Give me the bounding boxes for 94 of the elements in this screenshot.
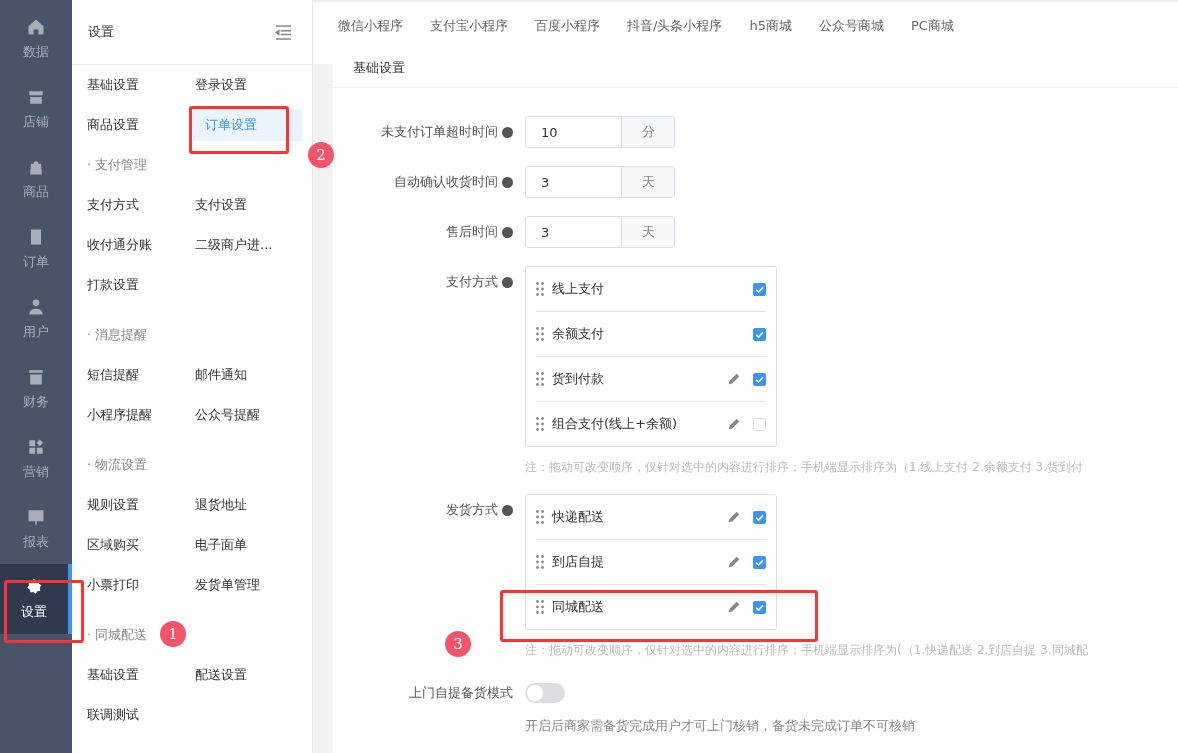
tab[interactable]: 支付宝小程序 (430, 16, 508, 35)
menu-item[interactable]: 联调测试 (82, 695, 190, 735)
menu-item[interactable]: 收付通分账 (82, 225, 190, 265)
checkbox[interactable] (753, 600, 766, 614)
menu-item[interactable]: 基础设置 (82, 655, 190, 695)
field-label: 支付方式 (446, 273, 498, 291)
tab[interactable]: h5商城 (749, 16, 792, 35)
drag-handle-icon[interactable] (536, 327, 544, 341)
checkbox[interactable] (753, 555, 766, 569)
checkbox[interactable] (753, 327, 766, 341)
info-icon (502, 176, 513, 188)
field-label: 自动确认收货时间 (394, 173, 498, 191)
pencil-icon[interactable] (727, 510, 741, 524)
group-heading: · 消息提醒 (86, 326, 148, 344)
nav-item[interactable]: 营销 (0, 424, 72, 494)
nav-item[interactable]: 订单 (0, 214, 72, 284)
nav-icon (26, 437, 46, 457)
menu-item[interactable]: 小程序提醒 (82, 395, 190, 435)
pencil-icon[interactable] (727, 417, 741, 431)
menu-item[interactable]: 小票打印 (82, 565, 190, 605)
info-icon (502, 226, 513, 238)
unit-label: 分 (621, 117, 674, 147)
tab[interactable]: 公众号商城 (818, 16, 884, 35)
nav-icon (26, 297, 46, 317)
field-label: 售后时间 (446, 223, 498, 241)
menu-item[interactable]: 邮件通知 (190, 355, 302, 395)
drag-handle-icon[interactable] (536, 600, 544, 614)
field-label: 发货方式 (446, 501, 498, 519)
menu-item[interactable]: 规则设置 (82, 485, 190, 525)
menu-item[interactable]: 打款设置 (82, 265, 190, 305)
menu-item[interactable]: 二级商户进... (190, 225, 302, 265)
option-label: 货到付款 (552, 370, 605, 388)
drag-handle-icon[interactable] (536, 417, 544, 431)
checkbox[interactable] (753, 372, 766, 386)
pencil-icon[interactable] (727, 600, 741, 614)
unit-label: 天 (621, 217, 674, 247)
menu-item[interactable]: 支付方式 (82, 185, 190, 225)
menu-item[interactable]: 商品设置 (82, 105, 190, 145)
toggle-switch[interactable] (525, 683, 565, 703)
tab[interactable]: 微信小程序 (338, 16, 403, 35)
nav-item[interactable]: 设置 (0, 564, 72, 634)
option-label: 快递配送 (552, 508, 605, 526)
menu-item[interactable]: 区域购买 (82, 525, 190, 565)
nav-icon (26, 17, 46, 37)
input-field[interactable]: 10 分 (525, 116, 675, 148)
note-text: 注：拖动可改变顺序，仅针对选中的内容进行排序；手机端显示排序为(（1.快递配送 2.到店自提 3.同城配 (525, 642, 1088, 659)
menu-item[interactable]: 支付设置 (190, 185, 302, 225)
option-label: 余额支付 (552, 325, 605, 343)
tab[interactable]: 百度小程序 (535, 16, 600, 35)
nav-item[interactable]: 店铺 (0, 74, 72, 144)
menu-item[interactable]: 公众号提醒 (190, 395, 302, 435)
section-title: 基础设置 (353, 59, 405, 77)
step-badge: 2 (308, 142, 334, 168)
panel-title: 设置 (88, 23, 114, 41)
checkbox[interactable] (753, 510, 766, 524)
step-badge: 1 (160, 621, 186, 647)
nav-icon (26, 367, 46, 387)
nav-item[interactable]: 商品 (0, 144, 72, 214)
menu-item[interactable]: 退货地址 (190, 485, 302, 525)
menu-item[interactable]: 基础设置 (82, 65, 190, 105)
menu-item[interactable]: 短信提醒 (82, 355, 190, 395)
info-icon (502, 276, 513, 288)
option-label: 同城配送 (552, 598, 605, 616)
hint-text: 开启后商家需备货完成用户才可上门核销，备货未完成订单不可核销 (525, 717, 915, 735)
drag-handle-icon[interactable] (536, 510, 544, 524)
menu-item[interactable]: 登录设置 (190, 65, 302, 105)
tab[interactable]: PC商城 (910, 16, 954, 35)
drag-handle-icon[interactable] (536, 282, 544, 296)
pencil-icon[interactable] (727, 372, 741, 386)
input-field[interactable]: 3 天 (525, 216, 675, 248)
menu-item[interactable]: 电子面单 (190, 525, 302, 565)
nav-icon (26, 507, 46, 527)
info-icon (502, 126, 513, 138)
drag-handle-icon[interactable] (536, 555, 544, 569)
menu-item[interactable]: 发货单管理 (190, 565, 302, 605)
input-field[interactable]: 3 天 (525, 166, 675, 198)
info-icon (502, 504, 513, 516)
field-label: 上门自提备货模式 (409, 684, 513, 702)
group-heading: · 物流设置 (86, 456, 148, 474)
option-label: 组合支付(线上+余额) (552, 415, 679, 433)
group-heading: · 同城配送 (86, 626, 148, 644)
drag-handle-icon[interactable] (536, 372, 544, 386)
tab[interactable]: 抖音/头条小程序 (627, 16, 723, 35)
step-badge: 3 (445, 631, 471, 657)
field-label: 未支付订单超时时间 (381, 123, 498, 141)
option-label: 到店自提 (552, 553, 605, 571)
option-label: 线上支付 (552, 280, 605, 298)
group-heading: · 支付管理 (86, 156, 148, 174)
collapse-menu-icon[interactable] (275, 24, 292, 40)
menu-item[interactable]: 配送设置 (190, 655, 302, 695)
checkbox[interactable] (753, 282, 766, 296)
pencil-icon[interactable] (727, 555, 741, 569)
unit-label: 天 (621, 167, 674, 197)
nav-item[interactable]: 数据 (0, 4, 72, 74)
